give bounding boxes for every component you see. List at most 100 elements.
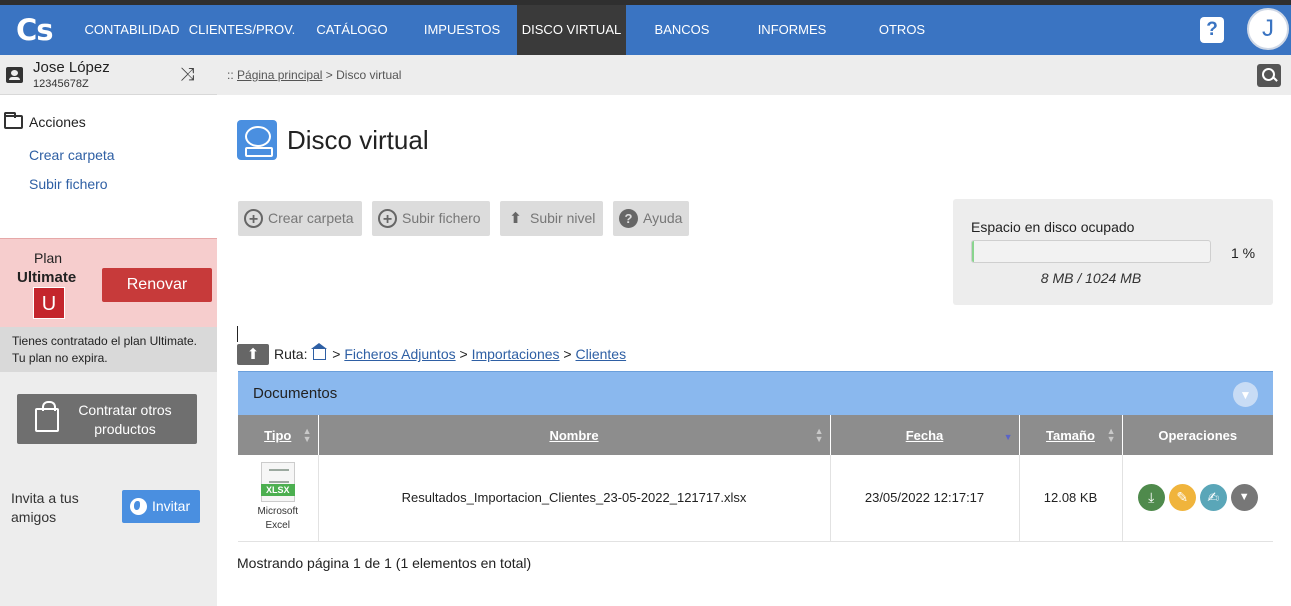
column-header-tamano[interactable]: Tamaño ▲ ▼ <box>1019 415 1123 455</box>
create-folder-button[interactable]: + Crear carpeta <box>238 201 362 236</box>
excel-file-icon: XLSX <box>260 462 295 503</box>
globe-icon <box>130 498 147 515</box>
disk-usage-amount: 8 MB / 1024 MB <box>1040 270 1142 286</box>
documents-title: Documentos <box>253 385 338 402</box>
sort-link-tamano[interactable]: Tamaño <box>1046 428 1095 443</box>
file-date-cell: 23/05/2022 12:17:17 <box>830 455 1020 542</box>
disk-usage-title: Espacio en disco ocupado <box>971 219 1135 235</box>
disk-usage-fill <box>972 241 975 262</box>
nav-otros[interactable]: OTROS <box>866 5 938 55</box>
contract-products-button[interactable]: Contratar otros productos <box>17 394 197 444</box>
shuffle-icon[interactable]: ⤨ <box>180 64 194 85</box>
path-link-clientes[interactable]: Clientes <box>576 346 627 362</box>
chevron-down-icon[interactable]: ▼ <box>1233 382 1258 407</box>
disk-usage-percent: 1 % <box>1231 245 1256 261</box>
nav-disco-virtual[interactable]: DISCO VIRTUAL <box>517 5 626 55</box>
nav-contabilidad[interactable]: CONTABILIDAD <box>80 5 184 55</box>
disk-usage-bar <box>971 240 1211 263</box>
file-name-cell[interactable]: Resultados_Importacion_Clientes_23-05-20… <box>318 455 831 542</box>
actions-panel: Acciones Crear carpeta Subir fichero <box>0 95 217 238</box>
breadcrumb: :: Página principal > Disco virtual <box>227 68 401 82</box>
nav-clientes-prov[interactable]: CLIENTES/PROV. <box>186 5 298 55</box>
help-label: Ayuda <box>643 210 683 226</box>
operaciones-label: Operaciones <box>1158 427 1238 443</box>
page-title: Disco virtual <box>287 125 429 155</box>
documents-table: Tipo ▲ ▼ Nombre ▲ ▼ Fecha ▼ Tamaño ▲ ▼ Operacio… <box>238 415 1273 542</box>
file-type-cell: XLSX Microsoft Excel <box>238 455 319 542</box>
table-row[interactable]: XLSX Microsoft Excel Resultados_Importac… <box>238 455 1273 542</box>
disk-drive-icon <box>237 120 277 160</box>
plan-note-line1: Tienes contratado el plan Ultimate. <box>12 334 197 348</box>
sort-link-tipo[interactable]: Tipo <box>264 428 291 443</box>
path-link-ficheros-adjuntos[interactable]: Ficheros Adjuntos <box>344 346 455 362</box>
sidebar-link-subir-fichero[interactable]: Subir fichero <box>29 176 108 192</box>
nav-impuestos[interactable]: IMPUESTOS <box>413 5 511 55</box>
sort-arrows-icon: ▲ ▼ <box>1106 426 1116 444</box>
path-label: Ruta: <box>274 346 308 362</box>
breadcrumb-home-link[interactable]: Página principal <box>237 68 322 82</box>
path-link-importaciones[interactable]: Importaciones <box>472 346 560 362</box>
user-id: 12345678Z <box>33 78 89 90</box>
shopping-bag-icon <box>35 401 59 432</box>
breadcrumb-separator: > <box>325 68 333 82</box>
column-header-fecha[interactable]: Fecha ▼ <box>830 415 1020 455</box>
file-size-cell: 12.08 KB <box>1019 455 1123 542</box>
arrow-up-icon: ⬆ <box>509 210 522 227</box>
upload-file-button[interactable]: + Subir fichero <box>372 201 490 236</box>
user-panel: Jose López 12345678Z ⤨ <box>0 55 217 95</box>
plus-circle-icon: + <box>378 209 397 228</box>
nav-catalogo[interactable]: CATÁLOGO <box>308 5 396 55</box>
user-name: Jose López <box>33 59 110 76</box>
sheet-grid-shape <box>268 469 289 484</box>
question-icon[interactable]: ? <box>1200 17 1224 43</box>
plan-note-line2: Tu plan no expira. <box>12 351 108 365</box>
question-circle-icon: ? <box>619 209 638 228</box>
text-cursor <box>237 326 238 342</box>
arrow-up-icon[interactable]: ⬆ <box>237 344 269 365</box>
plan-badge: U <box>33 287 65 319</box>
contract-products-label: Contratar otros productos <box>78 402 172 437</box>
sidebar-link-crear-carpeta[interactable]: Crear carpeta <box>29 147 115 163</box>
nav-bancos[interactable]: BANCOS <box>642 5 722 55</box>
sort-desc-icon: ▼ <box>1003 432 1013 442</box>
column-header-nombre[interactable]: Nombre ▲ ▼ <box>318 415 831 455</box>
path-breadcrumb: Ruta: > Ficheros Adjuntos > Importacione… <box>274 343 627 362</box>
disk-usage-panel: Espacio en disco ocupado 1 % 8 MB / 1024… <box>953 199 1273 305</box>
file-type-line1: Microsoft <box>257 506 299 518</box>
file-type-line2: Excel <box>265 520 290 532</box>
invite-button[interactable]: Invitar <box>122 490 200 523</box>
breadcrumb-bar: :: Página principal > Disco virtual <box>217 55 1291 95</box>
level-up-button[interactable]: ⬆ Subir nivel <box>500 201 603 236</box>
operations-cell: ⤓ ✎ ✍ ▼ <box>1122 455 1273 542</box>
download-icon[interactable]: ⤓ <box>1137 484 1165 512</box>
top-navbar: Cs CONTABILIDAD CLIENTES/PROV. CATÁLOGO … <box>0 5 1291 55</box>
plus-circle-icon: + <box>244 209 263 228</box>
sort-link-nombre[interactable]: Nombre <box>549 428 598 443</box>
plan-label: Plan <box>34 250 63 266</box>
app-logo[interactable]: Cs <box>16 13 60 49</box>
search-icon[interactable] <box>1257 64 1281 87</box>
nav-informes[interactable]: INFORMES <box>746 5 838 55</box>
sort-arrows-icon: ▲ ▼ <box>814 426 824 444</box>
column-header-tipo[interactable]: Tipo ▲ ▼ <box>238 415 319 455</box>
breadcrumb-prefix: :: <box>227 68 234 82</box>
actions-title: Acciones <box>29 114 86 130</box>
breadcrumb-current: Disco virtual <box>336 68 402 82</box>
chevron-down-icon[interactable]: ▼ <box>1230 484 1258 512</box>
plan-note: Tienes contratado el plan Ultimate. Tu p… <box>0 327 217 372</box>
create-folder-label: Crear carpeta <box>268 210 354 226</box>
help-button[interactable]: ? Ayuda <box>613 201 689 236</box>
level-up-label: Subir nivel <box>530 210 596 226</box>
invite-text: Invita a tus amigos <box>11 490 79 525</box>
plan-panel: Plan Ultimate U Renovar <box>0 238 217 327</box>
upload-file-label: Subir fichero <box>402 210 481 226</box>
home-icon[interactable] <box>311 343 328 360</box>
plan-name: Ultimate <box>17 269 77 286</box>
sort-link-fecha[interactable]: Fecha <box>906 428 944 443</box>
renew-button[interactable]: Renovar <box>102 268 212 302</box>
user-card-icon <box>6 67 23 83</box>
sign-icon[interactable]: ✍ <box>1199 484 1227 512</box>
edit-icon[interactable]: ✎ <box>1168 484 1196 512</box>
folder-icon <box>4 112 23 129</box>
avatar[interactable]: J <box>1247 8 1289 50</box>
